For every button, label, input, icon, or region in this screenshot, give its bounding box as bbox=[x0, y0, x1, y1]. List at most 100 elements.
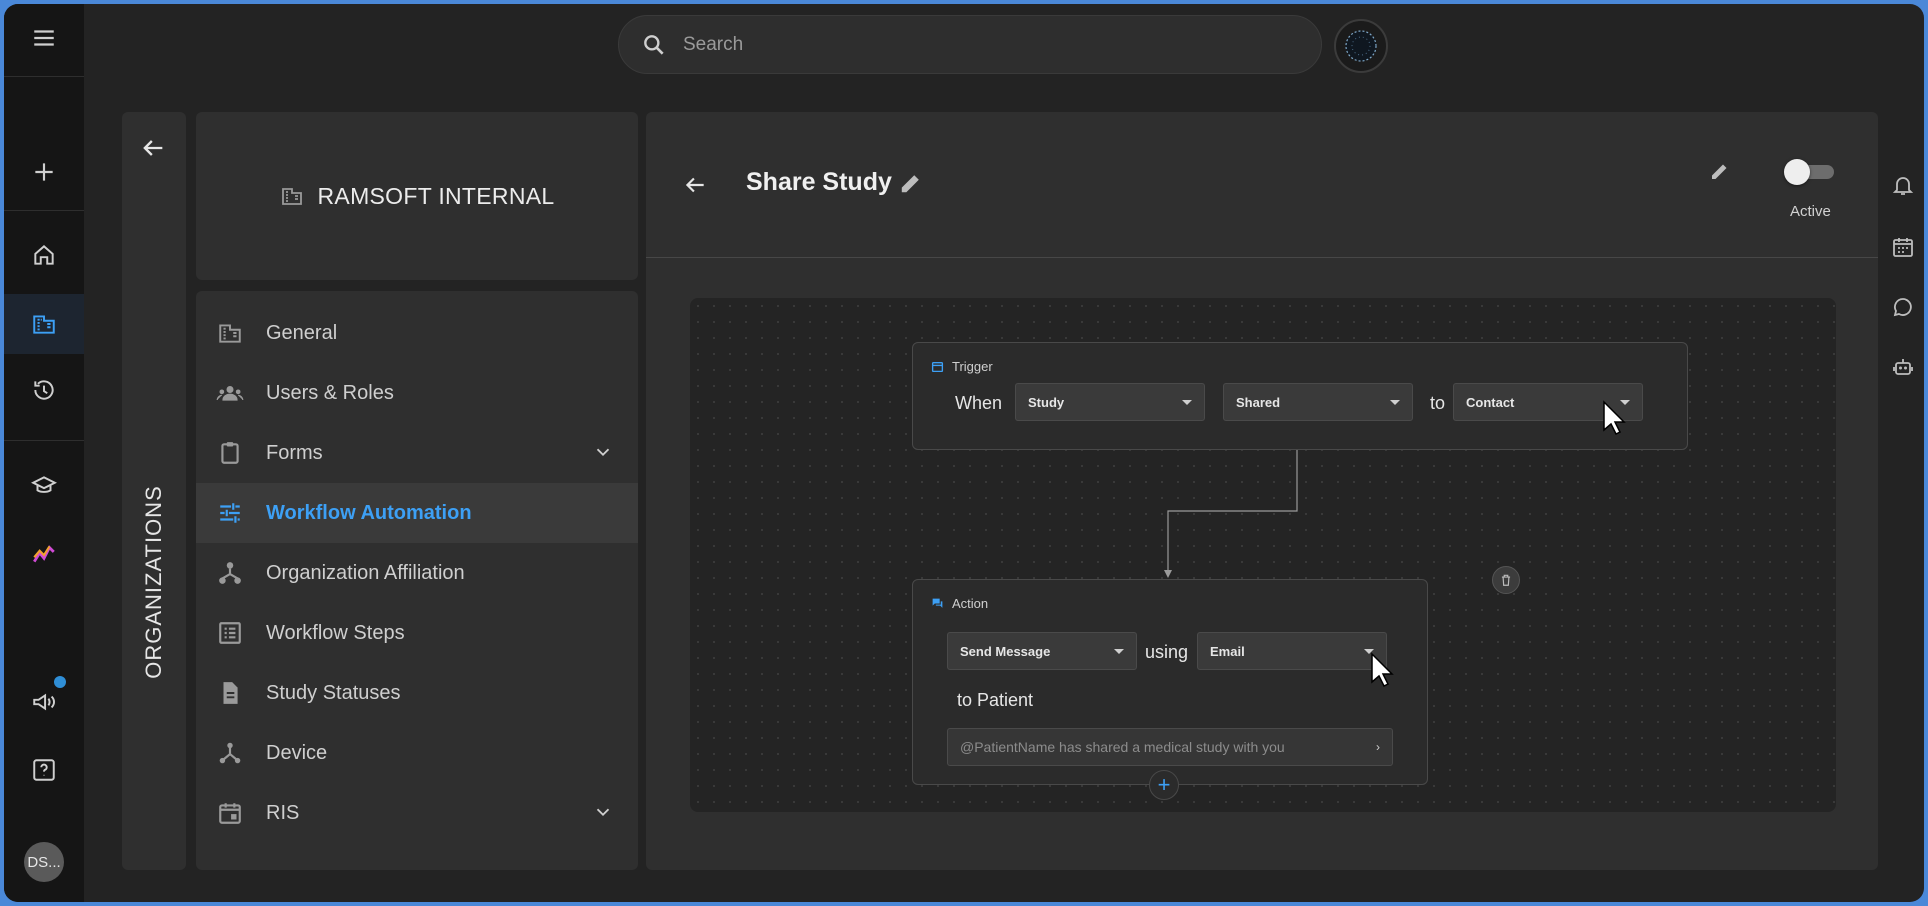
dropdown-value: Email bbox=[1210, 643, 1245, 659]
page-title: Share Study bbox=[746, 168, 892, 196]
chat-icon bbox=[932, 598, 943, 608]
menu-item-label: Device bbox=[266, 741, 328, 764]
search-input[interactable] bbox=[683, 33, 1283, 56]
pencil-icon[interactable] bbox=[898, 170, 924, 196]
chevron-right-icon: › bbox=[1376, 740, 1380, 754]
to-label: to bbox=[1430, 393, 1446, 413]
menu-item-users-roles[interactable]: Users & Roles bbox=[196, 363, 638, 423]
chat-bubble-icon[interactable] bbox=[1888, 292, 1918, 322]
caret-down-icon bbox=[1620, 400, 1630, 405]
toggle-knob bbox=[1784, 159, 1810, 185]
organizations-panel: ORGANIZATIONS bbox=[122, 112, 186, 870]
history-icon[interactable] bbox=[4, 360, 84, 420]
hierarchy-icon bbox=[216, 559, 244, 587]
menu-item-ris[interactable]: RIS bbox=[196, 783, 638, 843]
device-hub-icon bbox=[216, 739, 244, 767]
menu-item-label: Users & Roles bbox=[266, 381, 394, 404]
message-field[interactable]: @PatientName has shared a medical study … bbox=[947, 728, 1393, 766]
globe-icon[interactable] bbox=[1334, 19, 1388, 73]
edit-icon[interactable] bbox=[1708, 159, 1732, 183]
add-step-button[interactable]: + bbox=[1149, 770, 1179, 800]
calendar-icon bbox=[216, 799, 244, 827]
action-title: Action bbox=[952, 596, 989, 611]
dropdown-value: Study bbox=[1028, 394, 1065, 410]
notification-dot bbox=[54, 676, 66, 688]
organization-name: RAMSOFT INTERNAL bbox=[317, 182, 555, 209]
back-arrow-icon[interactable] bbox=[682, 172, 708, 198]
workflow-editor: Share Study Active Trigger When Study Sh… bbox=[646, 112, 1878, 870]
workflow-canvas[interactable]: Trigger When Study Shared to Contact Act… bbox=[690, 298, 1836, 812]
menu-icon[interactable] bbox=[4, 8, 84, 68]
delete-node-button[interactable] bbox=[1492, 566, 1520, 594]
caret-down-icon bbox=[1114, 649, 1124, 654]
action-node[interactable]: Action Send Message using Email to Patie… bbox=[912, 579, 1428, 785]
left-rail: DS... bbox=[4, 4, 84, 902]
tune-icon bbox=[216, 499, 244, 527]
analytics-icon[interactable] bbox=[4, 524, 84, 584]
to-patient-label: to Patient bbox=[957, 690, 1034, 710]
avatar[interactable]: DS... bbox=[24, 842, 64, 882]
toggle-label: Active bbox=[1790, 203, 1831, 220]
menu-item-workflow-steps[interactable]: Workflow Steps bbox=[196, 603, 638, 663]
organization-icon[interactable] bbox=[4, 294, 84, 354]
menu-item-label: Workflow Steps bbox=[266, 621, 405, 644]
menu-item-label: Forms bbox=[266, 441, 323, 464]
event-dropdown[interactable]: Shared bbox=[1223, 383, 1413, 421]
menu-item-label: RIS bbox=[266, 801, 300, 824]
dropdown-value: Contact bbox=[1466, 394, 1515, 410]
megaphone-icon[interactable] bbox=[4, 672, 84, 732]
home-icon[interactable] bbox=[4, 225, 84, 285]
building-icon bbox=[216, 319, 244, 347]
menu-item-label: Workflow Automation bbox=[266, 501, 472, 524]
menu-item-workflow-automation[interactable]: Workflow Automation bbox=[196, 483, 638, 543]
trash-icon bbox=[1501, 574, 1511, 586]
menu-item-forms[interactable]: Forms bbox=[196, 423, 638, 483]
calendar-icon[interactable] bbox=[1888, 232, 1918, 262]
organizations-label: ORGANIZATIONS bbox=[141, 485, 166, 679]
menu-item-general[interactable]: General bbox=[196, 303, 638, 363]
chevron-down-icon bbox=[596, 448, 610, 457]
plus-icon[interactable] bbox=[4, 142, 84, 202]
rail-divider bbox=[4, 76, 84, 77]
dropdown-value: Send Message bbox=[960, 643, 1051, 659]
action-header: Action bbox=[931, 596, 988, 611]
dropdown-value: Shared bbox=[1236, 394, 1281, 410]
trigger-node[interactable]: Trigger When Study Shared to Contact bbox=[912, 342, 1688, 450]
target-dropdown[interactable]: Contact bbox=[1453, 383, 1643, 421]
menu-item-label: Study Statuses bbox=[266, 681, 401, 704]
caret-down-icon bbox=[1390, 400, 1400, 405]
menu-item-organization-affiliation[interactable]: Organization Affiliation bbox=[196, 543, 638, 603]
rail-divider bbox=[4, 210, 84, 211]
help-icon[interactable] bbox=[4, 740, 84, 800]
editor-header: Share Study Active bbox=[646, 112, 1878, 258]
subject-dropdown[interactable]: Study bbox=[1015, 383, 1205, 421]
message-placeholder: @PatientName has shared a medical study … bbox=[960, 739, 1285, 755]
robot-icon[interactable] bbox=[1888, 352, 1918, 382]
school-icon[interactable] bbox=[4, 456, 84, 516]
document-icon bbox=[216, 679, 244, 707]
menu-item-label: Organization Affiliation bbox=[266, 561, 465, 584]
menu-item-study-statuses[interactable]: Study Statuses bbox=[196, 663, 638, 723]
search-bar[interactable] bbox=[618, 15, 1322, 74]
bell-icon[interactable] bbox=[1888, 170, 1918, 200]
organization-menu: General Users & Roles Forms Workflow Aut… bbox=[196, 291, 638, 870]
active-toggle[interactable] bbox=[1784, 157, 1836, 185]
caret-down-icon bbox=[1182, 400, 1192, 405]
organization-header: RAMSOFT INTERNAL bbox=[196, 112, 638, 280]
when-label: When bbox=[955, 393, 1003, 413]
app-window: DS... ORGANIZATIONS RAMSOFT INTERNAL Gen… bbox=[4, 4, 1924, 902]
menu-item-device[interactable]: Device bbox=[196, 723, 638, 783]
trigger-title: Trigger bbox=[952, 359, 993, 374]
caret-down-icon bbox=[1364, 649, 1374, 654]
calendar-icon bbox=[931, 362, 944, 373]
rail-divider bbox=[4, 440, 84, 441]
chevron-down-icon bbox=[596, 808, 610, 817]
back-arrow-icon[interactable] bbox=[139, 134, 167, 162]
users-icon bbox=[216, 379, 244, 407]
clipboard-icon bbox=[216, 439, 244, 467]
using-label: using bbox=[1145, 642, 1189, 662]
action-type-dropdown[interactable]: Send Message bbox=[947, 632, 1137, 670]
building-icon bbox=[281, 188, 302, 205]
menu-item-label: General bbox=[266, 321, 338, 344]
channel-dropdown[interactable]: Email bbox=[1197, 632, 1387, 670]
